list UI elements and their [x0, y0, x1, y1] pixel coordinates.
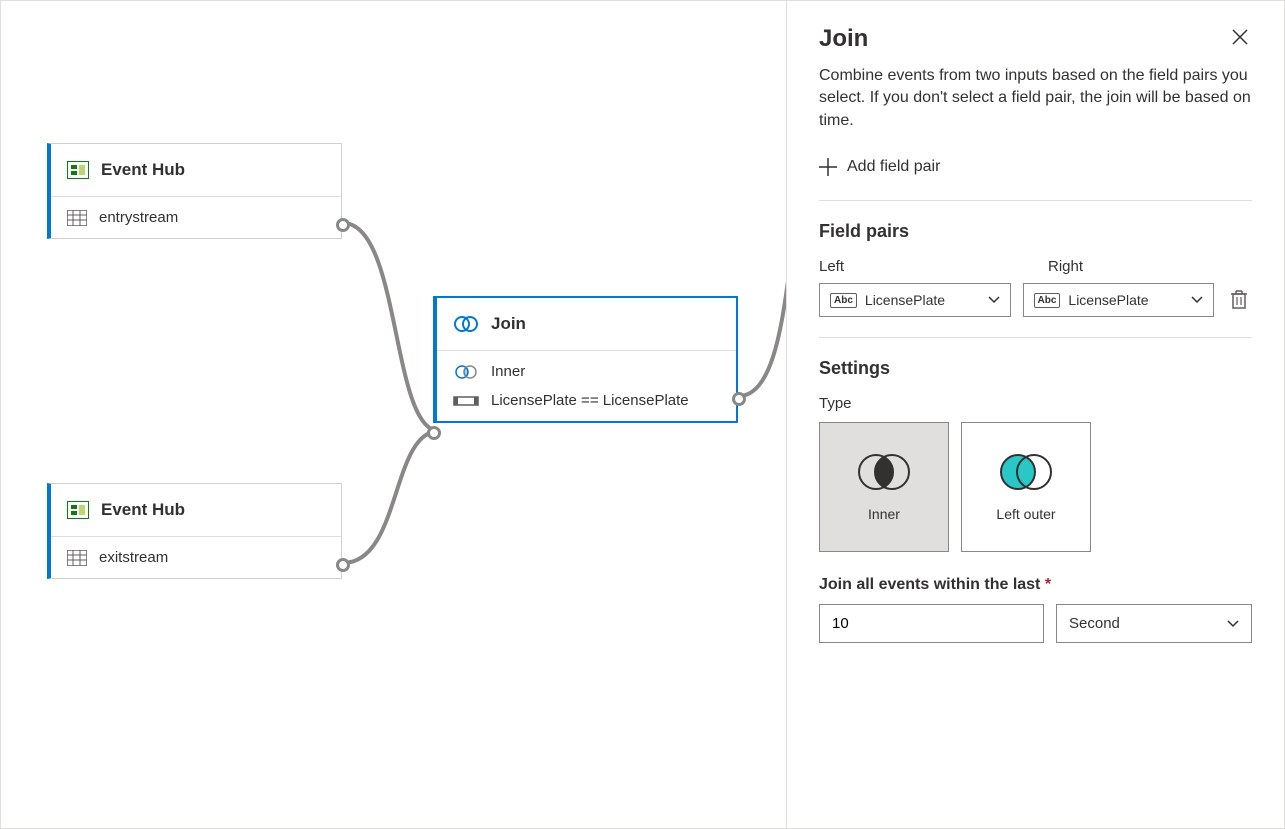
output-port[interactable]: [336, 218, 350, 232]
node-header: Join: [437, 298, 736, 351]
close-button[interactable]: [1228, 25, 1252, 52]
field-pair-row: Abc LicensePlate Abc LicensePlate: [819, 283, 1252, 317]
node-header: Event Hub: [51, 484, 341, 537]
left-field-value: LicensePlate: [865, 292, 945, 308]
settings-heading: Settings: [819, 358, 1252, 379]
node-header: Event Hub: [51, 144, 341, 197]
table-icon: [67, 210, 87, 226]
input-port[interactable]: [427, 426, 441, 440]
join-type-text: Inner: [491, 363, 525, 380]
chevron-down-icon: [988, 294, 1000, 306]
left-field-dropdown[interactable]: Abc LicensePlate: [819, 283, 1011, 317]
panel-description: Combine events from two inputs based on …: [819, 65, 1252, 132]
node-body: exitstream: [51, 537, 341, 578]
right-field-dropdown[interactable]: Abc LicensePlate: [1023, 283, 1215, 317]
field-pair-icon: [453, 394, 479, 408]
node-body-text: exitstream: [99, 549, 168, 566]
required-indicator: *: [1045, 576, 1051, 593]
join-type-left-outer[interactable]: Left outer: [961, 422, 1091, 552]
left-outer-label: Left outer: [996, 506, 1055, 522]
table-icon: [67, 550, 87, 566]
settings-section: Settings Type Inner: [819, 337, 1252, 643]
node-body-text: entrystream: [99, 209, 178, 226]
add-field-pair-button[interactable]: Add field pair: [819, 152, 940, 182]
inner-label: Inner: [868, 506, 900, 522]
add-field-pair-label: Add field pair: [847, 158, 940, 176]
node-body: entrystream: [51, 197, 341, 238]
join-type-options: Inner Left outer: [819, 422, 1252, 552]
node-body: Inner LicensePlate == LicensePlate: [437, 351, 736, 421]
inner-join-icon: [453, 365, 479, 379]
properties-panel: Join Combine events from two inputs base…: [786, 1, 1284, 828]
field-pairs-section: Field pairs Left Right Abc LicensePlate …: [819, 200, 1252, 317]
string-type-icon: Abc: [1034, 293, 1061, 308]
eventhub-icon: [67, 501, 89, 519]
field-pairs-heading: Field pairs: [819, 221, 1252, 242]
duration-label: Join all events within the last *: [819, 576, 1252, 594]
output-port[interactable]: [732, 392, 746, 406]
left-column-label: Left: [819, 258, 1014, 275]
join-type-inner[interactable]: Inner: [819, 422, 949, 552]
output-port[interactable]: [336, 558, 350, 572]
duration-unit-dropdown[interactable]: Second: [1056, 604, 1252, 643]
inner-venn-icon: [852, 452, 916, 492]
duration-value-input[interactable]: [819, 604, 1044, 643]
join-icon: [453, 315, 479, 333]
node-join[interactable]: Join Inner Licens: [433, 296, 738, 423]
eventhub-icon: [67, 161, 89, 179]
duration-unit-value: Second: [1069, 615, 1120, 632]
node-eventhub-entry[interactable]: Event Hub entrystream: [47, 143, 342, 239]
left-outer-venn-icon: [994, 452, 1058, 492]
chevron-down-icon: [1227, 618, 1239, 630]
node-title: Join: [491, 314, 526, 334]
delete-field-pair-button[interactable]: [1226, 285, 1252, 316]
flow-canvas[interactable]: Event Hub entrystream: [1, 1, 786, 828]
join-condition-text: LicensePlate == LicensePlate: [491, 392, 689, 409]
trash-icon: [1230, 289, 1248, 309]
node-eventhub-exit[interactable]: Event Hub exitstream: [47, 483, 342, 579]
string-type-icon: Abc: [830, 293, 857, 308]
app-root: Event Hub entrystream: [0, 0, 1285, 829]
panel-title: Join: [819, 25, 868, 53]
node-title: Event Hub: [101, 500, 185, 520]
right-field-value: LicensePlate: [1068, 292, 1148, 308]
close-icon: [1232, 29, 1248, 45]
right-column-label: Right: [1048, 258, 1243, 275]
plus-icon: [819, 158, 837, 176]
chevron-down-icon: [1191, 294, 1203, 306]
type-label: Type: [819, 395, 1252, 412]
node-title: Event Hub: [101, 160, 185, 180]
